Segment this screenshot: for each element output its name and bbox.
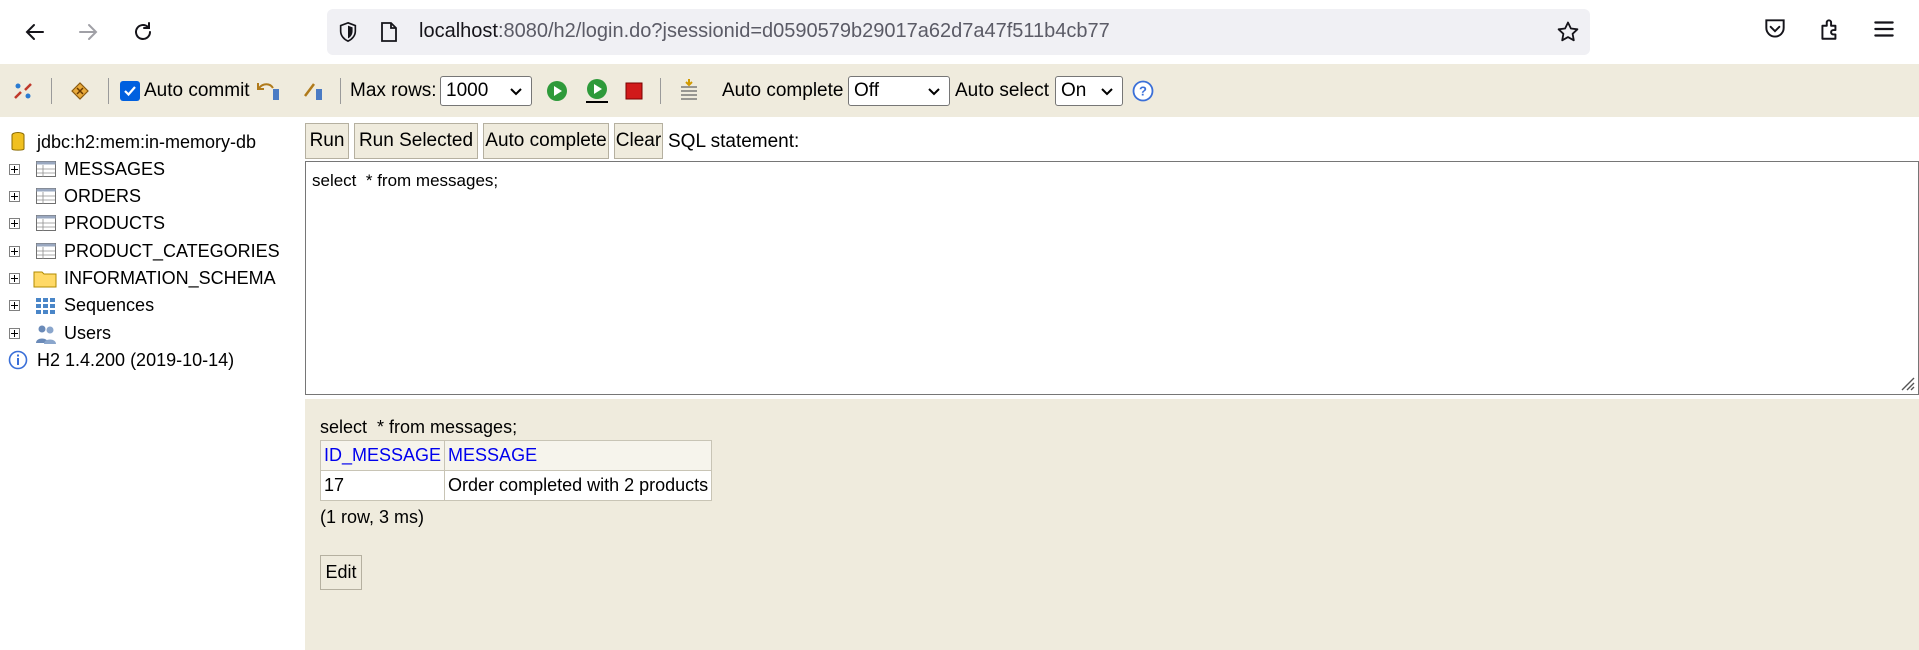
column-header[interactable]: ID_MESSAGE	[319, 440, 446, 471]
forward-button[interactable]	[72, 16, 104, 48]
rollback-button[interactable]	[256, 64, 282, 117]
reload-icon	[135, 22, 151, 40]
clear-button[interactable]: Clear	[614, 123, 663, 159]
max-rows-select[interactable]: 1000	[440, 76, 532, 106]
expand-icon[interactable]	[9, 300, 20, 311]
help-icon: ?	[1132, 80, 1154, 101]
result-query: select * from messages;	[320, 417, 518, 437]
sequences-icon	[36, 298, 55, 314]
table-icon	[36, 161, 56, 177]
auto-commit-checkbox[interactable]	[120, 80, 140, 101]
help-button[interactable]: ?	[1132, 64, 1154, 117]
run-button[interactable]: Run	[305, 123, 349, 159]
check-icon	[124, 85, 136, 96]
table-cell: Order completed with 2 products	[444, 470, 713, 501]
chevron-down-icon	[1101, 88, 1113, 96]
auto-select-label: Auto select	[955, 79, 1049, 101]
disconnect-icon	[14, 82, 32, 99]
edit-button[interactable]: Edit	[320, 555, 362, 590]
url-bar[interactable]: localhost:8080/h2/login.do?jsessionid=d0…	[327, 9, 1590, 55]
page-icon[interactable]	[380, 22, 398, 42]
rollback-icon	[257, 82, 279, 100]
back-button[interactable]	[19, 16, 51, 48]
reload-button[interactable]	[127, 16, 159, 48]
auto-commit-toggle[interactable]: Auto commit	[120, 64, 250, 117]
separator	[51, 78, 52, 104]
sql-statement-label: SQL statement:	[668, 131, 800, 152]
info-icon	[8, 350, 28, 370]
extensions-icon[interactable]	[1817, 16, 1843, 42]
version-label: H2 1.4.200 (2019-10-14)	[37, 349, 235, 370]
users-icon	[36, 325, 56, 344]
chevron-down-icon	[928, 88, 940, 96]
refresh-button[interactable]	[68, 64, 92, 117]
expand-icon[interactable]	[9, 246, 20, 257]
commit-button[interactable]	[302, 64, 326, 117]
separator	[660, 78, 661, 104]
folder-icon	[33, 271, 57, 288]
table-icon	[36, 188, 56, 204]
auto-select-select[interactable]: On	[1055, 76, 1123, 106]
auto-complete-select[interactable]: Off	[848, 76, 950, 106]
arrow-left-icon	[25, 24, 44, 40]
disconnect-button[interactable]	[12, 64, 34, 117]
menu-icon[interactable]	[1871, 16, 1897, 42]
stop-button[interactable]	[624, 64, 644, 117]
result-status: (1 row, 3 ms)	[320, 507, 425, 527]
expand-icon[interactable]	[9, 328, 20, 339]
expand-icon[interactable]	[9, 218, 20, 229]
bookmark-star-icon[interactable]	[1556, 20, 1580, 44]
pocket-icon[interactable]	[1762, 16, 1788, 42]
auto-complete-label: Auto complete	[722, 79, 844, 101]
auto-complete-button[interactable]: Auto complete	[483, 123, 609, 159]
url-text[interactable]: localhost:8080/h2/login.do?jsessionid=d0…	[419, 20, 1110, 43]
table-icon	[36, 243, 56, 259]
commit-icon	[304, 82, 322, 100]
play-step-icon	[586, 78, 608, 103]
history-icon	[681, 78, 697, 100]
max-rows-label: Max rows:	[350, 79, 437, 101]
history-button[interactable]	[677, 64, 701, 117]
refresh-icon	[71, 81, 89, 100]
table-header-row: ID_MESSAGE MESSAGE	[319, 440, 713, 471]
h2-toolbar: Auto commit Max rows: 1000 Auto complete…	[0, 64, 1919, 117]
sql-textarea[interactable]: select * from messages;	[305, 161, 1919, 395]
table-icon	[36, 215, 56, 231]
sql-text: select * from messages;	[312, 171, 499, 190]
expand-icon[interactable]	[9, 191, 20, 202]
result-panel: select * from messages; ID_MESSAGE MESSA…	[305, 399, 1919, 650]
table-row: 17 Order completed with 2 products	[319, 470, 713, 501]
shield-icon[interactable]	[337, 21, 359, 43]
stop-icon	[625, 82, 643, 99]
run-selected-button[interactable]: Run Selected	[354, 123, 478, 159]
schema-tree: jdbc:h2:mem:in-memory-db MESSAGES ORDERS…	[0, 117, 305, 650]
browser-toolbar: localhost:8080/h2/login.do?jsessionid=d0…	[0, 0, 1919, 65]
expand-icon[interactable]	[9, 273, 20, 284]
connection-label: jdbc:h2:mem:in-memory-db	[37, 131, 257, 152]
execute-button[interactable]	[545, 64, 569, 117]
resize-grip-icon[interactable]	[1899, 375, 1915, 391]
database-icon	[11, 132, 25, 151]
table-cell: 17	[319, 470, 446, 501]
auto-commit-label: Auto commit	[144, 79, 250, 101]
expand-icon[interactable]	[9, 164, 20, 175]
separator	[340, 78, 341, 104]
arrow-right-icon	[79, 24, 98, 40]
sql-panel: Run Run Selected Auto complete Clear SQL…	[305, 117, 1919, 399]
result-table: ID_MESSAGE MESSAGE 17 Order completed wi…	[319, 440, 713, 501]
column-header[interactable]: MESSAGE	[444, 440, 713, 471]
svg-text:?: ?	[1139, 83, 1147, 98]
execute-step-button[interactable]	[583, 64, 611, 117]
chevron-down-icon	[510, 88, 522, 96]
play-icon	[547, 80, 567, 101]
separator	[108, 78, 109, 104]
